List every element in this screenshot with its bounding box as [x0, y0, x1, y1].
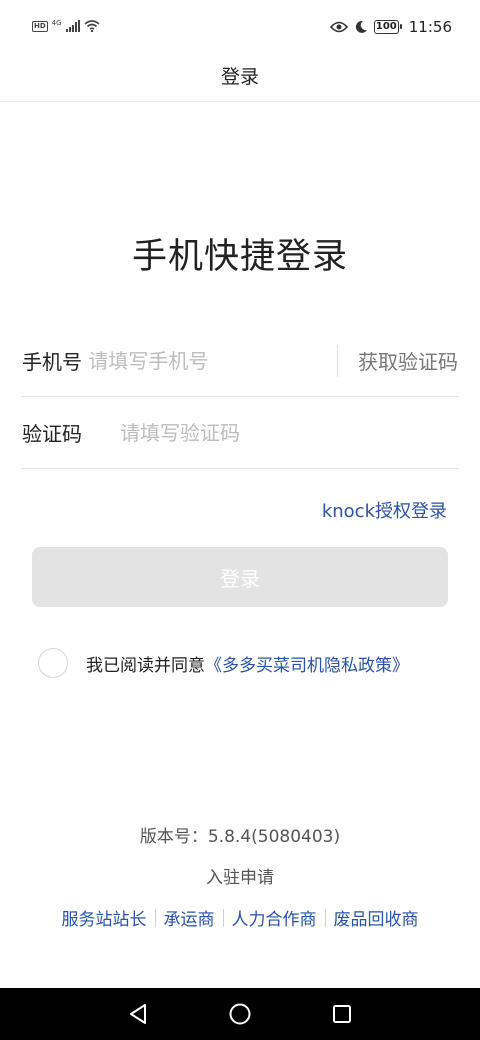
page-title: 登录	[220, 66, 259, 88]
status-bar: HD 4G 100 11:56	[0, 0, 480, 56]
recent-apps-icon[interactable]	[328, 1000, 356, 1028]
wifi-icon	[84, 20, 100, 32]
hd-icon: HD	[32, 20, 48, 32]
agreement-text: 我已阅读并同意	[86, 655, 205, 676]
code-row: 验证码	[22, 397, 458, 469]
field-divider	[337, 344, 338, 377]
network-type: 4G	[51, 18, 62, 27]
knock-login-link[interactable]: knock授权登录	[322, 497, 447, 523]
code-label: 验证码	[22, 422, 82, 446]
system-nav-bar	[0, 988, 480, 1040]
role-link-carrier[interactable]: 承运商	[156, 905, 223, 930]
privacy-policy-link[interactable]: 《多多买菜司机隐私政策》	[205, 651, 409, 676]
role-link-labor-partner[interactable]: 人力合作商	[224, 905, 325, 930]
phone-input[interactable]	[88, 340, 338, 381]
battery-icon: 100	[373, 20, 402, 34]
role-link-recycler[interactable]: 废品回收商	[326, 905, 427, 930]
agreement-checkbox[interactable]	[38, 648, 68, 678]
nav-bar: 登录	[0, 56, 480, 102]
login-button[interactable]: 登录	[32, 547, 448, 607]
eye-icon	[329, 21, 348, 33]
get-code-button[interactable]: 获取验证码	[358, 346, 458, 375]
back-icon[interactable]	[124, 1000, 152, 1028]
role-link-station-manager[interactable]: 服务站站长	[54, 905, 155, 930]
phone-label: 手机号	[22, 350, 82, 374]
agreement-row: 我已阅读并同意 《多多买菜司机隐私政策》	[38, 648, 409, 678]
home-icon[interactable]	[226, 1000, 254, 1028]
version-text: 版本号：5.8.4(5080403)	[139, 827, 341, 847]
login-heading: 手机快捷登录	[131, 237, 348, 277]
signal-icon	[65, 20, 80, 32]
role-links: 服务站站长 承运商 人力合作商 废品回收商	[0, 905, 480, 930]
apply-link[interactable]: 入驻申请	[0, 863, 480, 888]
status-left: HD 4G	[32, 18, 100, 32]
code-input[interactable]	[120, 412, 458, 453]
status-right: 100 11:56	[329, 18, 452, 36]
status-time: 11:56	[408, 18, 452, 36]
moon-icon	[355, 20, 367, 33]
phone-row: 手机号 获取验证码	[22, 325, 458, 397]
